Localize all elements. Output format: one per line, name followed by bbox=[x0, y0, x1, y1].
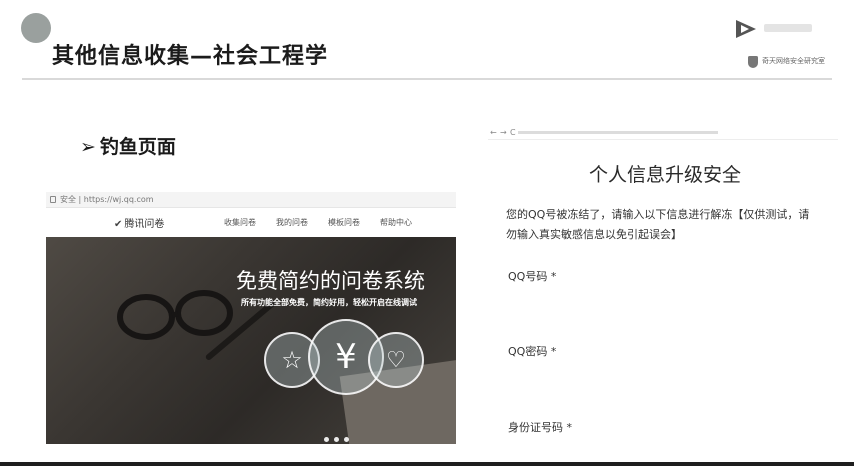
right-address-bar[interactable] bbox=[518, 131, 718, 134]
title-divider bbox=[22, 78, 832, 80]
hero-title: 免费简约的问卷系统 bbox=[236, 269, 425, 293]
left-site-nav: ✔ 腾讯问卷 收集问卷 我的问卷 模板问卷 帮助中心 bbox=[46, 212, 456, 234]
org-logo: 奇天网络安全研究室 bbox=[732, 18, 832, 78]
qq-password-label: QQ密码 * bbox=[508, 345, 557, 358]
bullet-text: 钓鱼页面 bbox=[99, 136, 176, 158]
heart-icon: ♡ bbox=[368, 332, 424, 388]
form-title: 个人信息升级安全 bbox=[588, 164, 741, 186]
check-logo-icon: ✔ bbox=[114, 219, 123, 230]
carousel-dots bbox=[324, 427, 354, 444]
form-notice: 您的QQ号被冻结了，请输入以下信息进行解冻【仅供测试，请勿输入真实敏感信息以免引… bbox=[506, 208, 810, 241]
carousel-dot[interactable] bbox=[344, 437, 349, 442]
left-url[interactable]: 安全 | https://wj.qq.com bbox=[60, 194, 154, 205]
back-icon[interactable]: ← bbox=[490, 128, 497, 137]
carousel-dot[interactable] bbox=[334, 437, 339, 442]
qq-password-input[interactable] bbox=[506, 359, 826, 399]
logo-text: 奇天网络安全研究室 bbox=[762, 57, 825, 65]
left-address-bar[interactable]: 安全 | https://wj.qq.com bbox=[46, 192, 456, 208]
carousel-dot[interactable] bbox=[324, 437, 329, 442]
decorative-circle bbox=[21, 13, 51, 43]
hero-banner: 免费简约的问卷系统 所有功能全部免费，简约好用，轻松开启在线调试 ☆ ¥ ♡ bbox=[46, 237, 456, 444]
slide-title: 其他信息收集—社会工程学 bbox=[52, 44, 329, 69]
right-browser-bar: ← → C bbox=[488, 126, 838, 140]
id-number-label: 身份证号码 * bbox=[508, 421, 572, 434]
reload-icon[interactable]: C bbox=[510, 128, 516, 137]
nav-item-help[interactable]: 帮助中心 bbox=[380, 217, 412, 228]
glasses-photo-element bbox=[117, 290, 233, 340]
shield-icon bbox=[748, 56, 758, 68]
forward-icon[interactable]: → bbox=[500, 128, 507, 137]
nav-item-my-surveys[interactable]: 我的问卷 bbox=[276, 217, 308, 228]
hero-subtitle: 所有功能全部免费，简约好用，轻松开启在线调试 bbox=[241, 298, 417, 307]
qq-number-label: QQ号码 * bbox=[508, 270, 557, 283]
play-logo-icon bbox=[736, 20, 756, 38]
lock-icon bbox=[50, 196, 56, 203]
site-brand[interactable]: ✔ 腾讯问卷 bbox=[114, 215, 164, 230]
qq-number-input[interactable] bbox=[506, 284, 826, 324]
logo-wordmark bbox=[764, 24, 812, 32]
nav-item-templates[interactable]: 模板问卷 bbox=[328, 217, 360, 228]
bottom-edge bbox=[0, 462, 854, 466]
bullet-arrow-icon: ➢ bbox=[80, 136, 96, 158]
bullet-heading: ➢ 钓鱼页面 bbox=[80, 132, 176, 159]
nav-item-collect[interactable]: 收集问卷 bbox=[224, 217, 256, 228]
